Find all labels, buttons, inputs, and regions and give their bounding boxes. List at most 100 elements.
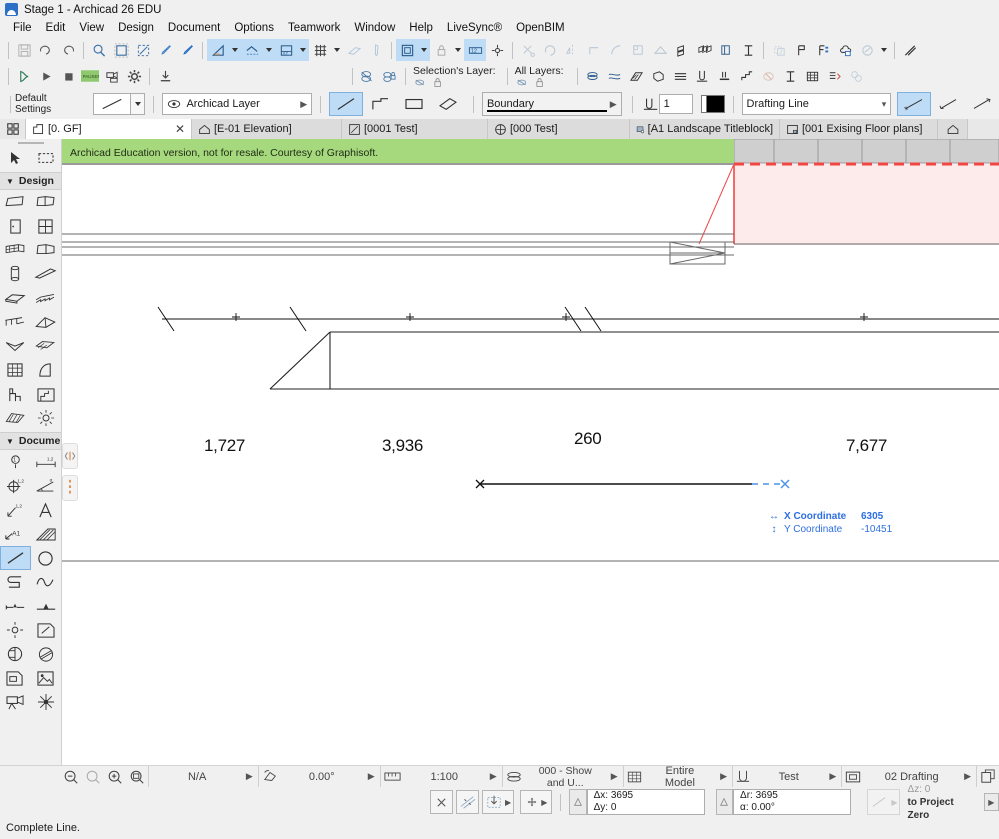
detail-tool-icon[interactable] (31, 618, 62, 642)
angle-dimension-tool-icon[interactable]: α (31, 474, 62, 498)
partial-structure-selector[interactable]: Entire Model ▶ (624, 765, 734, 789)
settings-gear-icon[interactable] (123, 65, 145, 87)
lock-dropdown-arrow-icon[interactable] (452, 39, 464, 61)
panel-splitter-handle[interactable] (62, 443, 78, 469)
tab-section-000-test[interactable]: [000 Test] (488, 119, 630, 139)
figure-tool-icon[interactable] (31, 666, 62, 690)
measure-tool-icon[interactable] (207, 39, 229, 61)
elevation-dim-icon[interactable] (241, 39, 263, 61)
tab-001-existing-floor-plans[interactable]: [001 Exising Floor plans] (780, 119, 938, 139)
mesh-tool-icon[interactable] (0, 358, 31, 382)
rotation-selector[interactable]: 0.00° ▶ (259, 765, 381, 788)
grid-snap-icon[interactable]: XY (275, 39, 297, 61)
stop-icon[interactable] (57, 65, 79, 87)
toolbox-section-document[interactable]: ▼ Document (0, 432, 61, 450)
stair-object-tool-icon[interactable] (31, 382, 62, 406)
zoom-in-button[interactable] (104, 766, 126, 788)
cloud-icon[interactable] (834, 39, 856, 61)
menu-item-design[interactable]: Design (111, 21, 161, 35)
elevation-dropdown-arrow-icon[interactable]: ▶ (889, 798, 897, 807)
geometry-polyline-button[interactable] (363, 92, 397, 116)
arrow-tool-icon[interactable] (0, 146, 31, 170)
model-view-options-expand-arrow-icon[interactable]: ▶ (962, 771, 973, 782)
scale-expand-arrow-icon[interactable]: ▶ (488, 771, 499, 782)
multiply-icon[interactable] (693, 39, 715, 61)
slab-tool-icon[interactable] (0, 286, 31, 310)
pen-set-expand-arrow-icon[interactable]: ▶ (827, 771, 838, 782)
menu-item-window[interactable]: Window (347, 21, 402, 35)
override-dropdown-arrow-icon[interactable] (878, 39, 890, 61)
dimension-icon[interactable]: 12 (464, 39, 486, 61)
orientation-expand-arrow-icon[interactable]: ▶ (244, 771, 255, 782)
railing-icon[interactable] (758, 65, 780, 87)
snap-guide-icon[interactable] (456, 790, 479, 814)
pen-color-swatch[interactable] (700, 95, 725, 113)
guide-line-icon[interactable] (343, 39, 365, 61)
toolbox-drag-handle[interactable] (0, 139, 61, 146)
railing-tool-icon[interactable] (0, 310, 31, 334)
line-end-plain-button[interactable] (897, 92, 932, 116)
label-tool-icon[interactable]: A1 (0, 522, 31, 546)
door-tool-icon[interactable] (0, 214, 31, 238)
skylight-icon[interactable] (824, 65, 846, 87)
marquee-tool-icon[interactable] (31, 146, 62, 170)
relative-dropdown-arrow-icon[interactable]: ▶ (539, 798, 547, 807)
window-tool-icon[interactable] (31, 190, 62, 214)
slab-icon[interactable] (582, 65, 604, 87)
adjust-icon[interactable] (737, 39, 759, 61)
elevation-marker-tool-icon[interactable] (31, 594, 62, 618)
menu-item-help[interactable]: Help (402, 21, 440, 35)
polyline-tool-icon[interactable] (0, 570, 31, 594)
circle-tool-icon[interactable] (31, 546, 62, 570)
graphic-override-combination-button[interactable] (977, 766, 999, 788)
menu-item-options[interactable]: Options (227, 21, 281, 35)
gravity-icon[interactable]: ▶ (481, 790, 515, 814)
line-end-arrow-start-button[interactable] (931, 92, 965, 116)
fit-window-button[interactable] (126, 765, 150, 788)
chevron-down-icon[interactable]: ▼ (6, 177, 14, 186)
hotspot-tool-icon[interactable] (0, 618, 31, 642)
delta-xy-field[interactable]: Δx: 3695 Δy: 0 (586, 789, 705, 815)
line-icon[interactable] (899, 39, 921, 61)
fill-tool-icon[interactable] (31, 522, 62, 546)
worksheet-tool-icon[interactable] (0, 642, 31, 666)
gravity-dropdown-arrow-icon[interactable]: ▶ (503, 798, 511, 807)
magic-wand-icon[interactable] (486, 39, 508, 61)
pen-swatch-dropdown-arrow-icon[interactable] (131, 93, 146, 115)
tab-floor-plan-gf[interactable]: [0. GF] ✕ (26, 119, 192, 139)
relative-coords-icon[interactable]: ▶ (520, 790, 553, 814)
line-end-arrow-end-button[interactable] (965, 92, 999, 116)
curtain-wall-icon[interactable] (670, 65, 692, 87)
radial-dimension-tool-icon[interactable]: 1,2 (0, 474, 31, 498)
morph-icon[interactable] (648, 65, 670, 87)
pen-swatch-group[interactable] (93, 93, 146, 115)
geometry-single-line-button[interactable] (329, 92, 364, 116)
elevation-line-icon[interactable]: ▶ (867, 789, 900, 815)
pen-icon[interactable] (365, 39, 387, 61)
tab-detail-0001-test[interactable]: [0001 Test] (342, 119, 488, 139)
wall-tool-icon[interactable] (0, 190, 31, 214)
menu-item-edit[interactable]: Edit (39, 21, 73, 35)
section-marker-tool-icon[interactable] (0, 594, 31, 618)
graphic-override-icon[interactable] (856, 39, 878, 61)
drawing-tool-icon[interactable] (0, 666, 31, 690)
mesh-icon[interactable] (626, 65, 648, 87)
zoom-selection-icon[interactable] (88, 39, 110, 61)
gridsnap-dropdown-arrow-icon[interactable] (297, 39, 309, 61)
layer-combination-expand-arrow-icon[interactable]: ▶ (609, 771, 620, 782)
column-icon[interactable] (714, 65, 736, 87)
zone-tool-icon[interactable] (31, 358, 62, 382)
menu-item-file[interactable]: File (6, 21, 39, 35)
lock-layer-icon[interactable] (379, 65, 401, 87)
renovation-icon[interactable] (812, 39, 834, 61)
elevation-dropdown-arrow-icon[interactable] (263, 39, 275, 61)
layer-expand-arrow-icon[interactable]: ▶ (300, 99, 307, 110)
menu-item-document[interactable]: Document (161, 21, 227, 35)
offset-icon[interactable] (583, 39, 605, 61)
text-tool-icon[interactable] (31, 498, 62, 522)
pen-number-input[interactable]: 1 (658, 94, 693, 114)
lamp-tool-icon[interactable] (31, 406, 62, 430)
chevron-down-icon[interactable]: ▼ (6, 437, 14, 446)
spline-tool-icon[interactable] (31, 570, 62, 594)
shell-tool-icon[interactable] (0, 334, 31, 358)
